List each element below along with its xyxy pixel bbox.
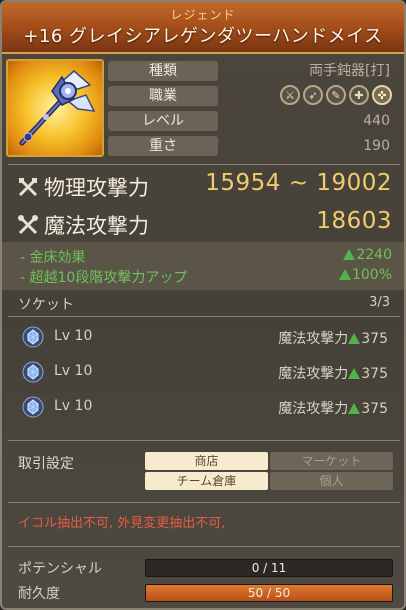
gem-icon [22,326,44,348]
mace-icon [19,70,96,146]
socket-stat-value: 375 [361,401,388,417]
trade-settings-grid: 商店 マーケット チーム倉庫 個人 [145,452,393,490]
socket-level: Lv 10 [54,398,93,414]
archer-icon: ➶ [303,85,323,105]
socket-stat-value: 375 [361,331,388,347]
physical-attack-row: 物理攻撃力 15954 ~ 19002 [2,170,404,204]
item-tooltip: レジェンド +16 グレイシアレゲンダツーハンドメイス 種類 両手鈍器[打] 職… [0,0,406,610]
gem-icon [22,396,44,418]
socket-stat: 魔法攻撃力 375 [278,363,388,383]
divider [8,164,400,165]
durability-value: 50 / 50 [247,586,291,600]
anvil-effect-label: - 金床効果 [20,250,86,266]
divider [8,316,400,317]
socket-item: Lv 10 魔法攻撃力 375 [2,324,404,350]
durability-label: 耐久度 [18,586,60,602]
socket-level: Lv 10 [54,328,93,344]
item-icon [6,59,104,157]
potential-label: ポテンシャル [18,561,102,577]
bonus-section: - 金床効果 2240 - 超越10段階攻撃力アップ 100% [2,242,404,290]
up-arrow-icon [338,269,351,280]
type-label: 種類 [108,61,218,81]
anvil-effect-value: 2240 [343,247,392,263]
up-arrow-icon [348,368,361,379]
magic-attack-label: 魔法攻撃力 [44,214,149,238]
socket-item: Lv 10 魔法攻撃力 375 [2,359,404,385]
transcend-bonus-number: 100% [351,267,392,283]
magic-attack-value: 18603 [316,208,392,234]
potential-bar: 0 / 11 [145,559,393,577]
durability-bar: 50 / 50 [145,584,393,602]
divider [8,502,400,503]
weight-label: 重さ [108,136,218,156]
up-arrow-icon [348,403,361,414]
socket-stat-label: 魔法攻撃力 [278,401,349,417]
potential-value: 0 / 11 [251,561,287,575]
class-icons: ⚔ ➶ ✎ ✚ ✜ [280,85,392,107]
up-arrow-icon [343,249,356,260]
warrior-icon: ⚔ [280,85,300,105]
mage-icon: ✎ [326,85,346,105]
anvil-effect-number: 2240 [356,247,392,263]
restriction-text: イコル抽出不可, 外見変更抽出不可, [18,516,226,531]
type-value: 両手鈍器[打] [309,63,390,79]
level-label: レベル [108,111,218,131]
level-value: 440 [363,113,390,129]
socket-stat: 魔法攻撃力 375 [278,328,388,348]
gem-icon [22,361,44,383]
physical-attack-value: 15954 ~ 19002 [205,170,392,196]
transcend-bonus-value: 100% [338,267,392,283]
physical-attack-label: 物理攻撃力 [44,176,149,200]
tooltip-header: レジェンド +16 グレイシアレゲンダツーハンドメイス [2,2,404,54]
socket-title: ソケット [18,297,74,313]
magic-attack-row: 魔法攻撃力 18603 [2,208,404,242]
socket-stat-label: 魔法攻撃力 [278,331,349,347]
trade-option-team-storage: チーム倉庫 [145,472,268,490]
socket-stat-value: 375 [361,366,388,382]
academic-icon: ✜ [372,85,392,105]
weight-value: 190 [363,138,390,154]
crossed-staves-icon [18,215,38,235]
trade-option-market: マーケット [270,452,393,470]
trade-settings-label: 取引設定 [18,456,74,472]
socket-count: 3/3 [369,295,390,310]
job-label: 職業 [108,86,218,106]
socket-stat-label: 魔法攻撃力 [278,366,349,382]
socket-level: Lv 10 [54,363,93,379]
up-arrow-icon [348,333,361,344]
cleric-icon: ✚ [349,85,369,105]
trade-option-shop: 商店 [145,452,268,470]
item-name: +16 グレイシアレゲンダツーハンドメイス [23,26,383,47]
socket-stat: 魔法攻撃力 375 [278,398,388,418]
crossed-swords-icon [18,177,38,197]
divider [8,546,400,547]
trade-option-personal: 個人 [270,472,393,490]
rarity-label: レジェンド [170,8,236,22]
transcend-bonus-label: - 超越10段階攻撃力アップ [20,270,188,286]
divider [8,440,400,441]
socket-item: Lv 10 魔法攻撃力 375 [2,394,404,420]
